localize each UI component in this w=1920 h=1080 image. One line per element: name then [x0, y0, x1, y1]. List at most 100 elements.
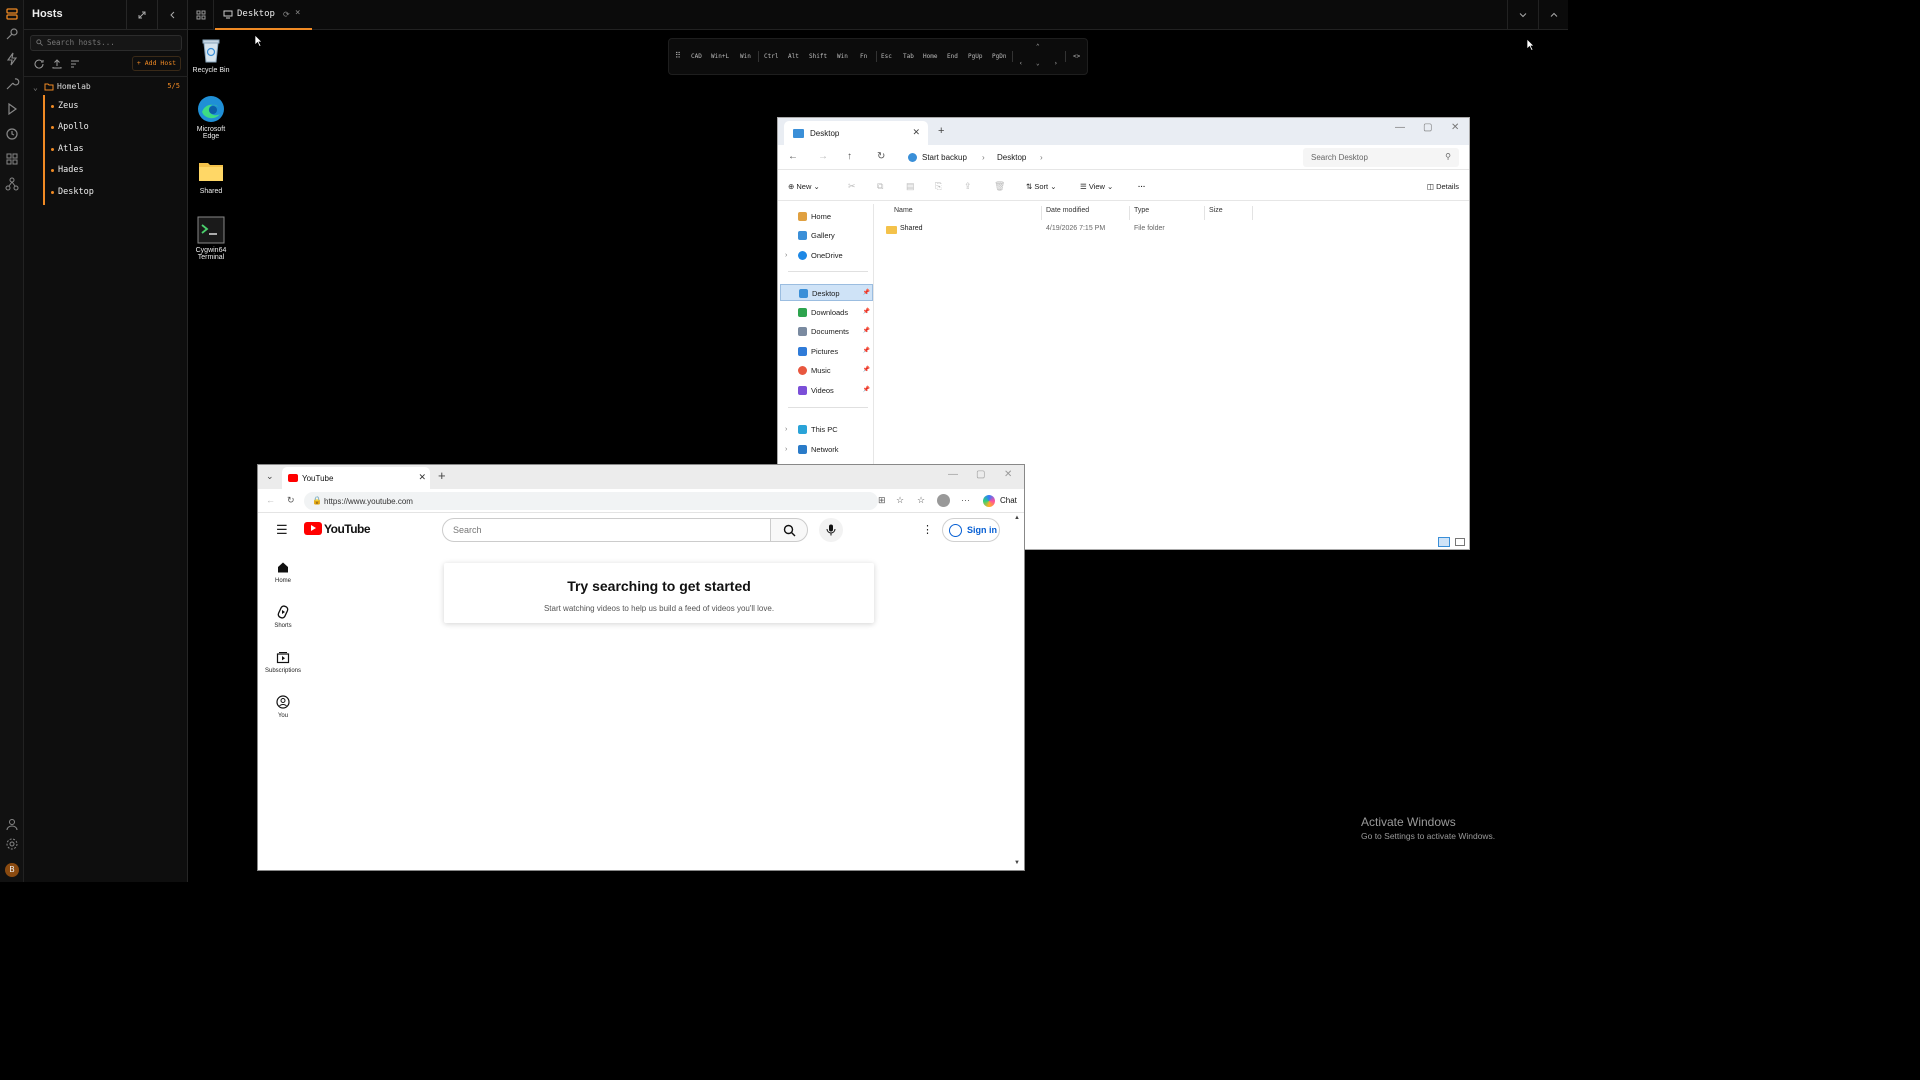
yt-nav-subscriptions[interactable]: Subscriptions: [258, 650, 308, 674]
key-ctrl[interactable]: Ctrl: [764, 53, 778, 60]
paste-icon[interactable]: ▤: [906, 181, 915, 192]
forward-icon[interactable]: →: [818, 151, 828, 162]
grid-icon[interactable]: [188, 0, 214, 30]
view-button[interactable]: ☰ View ⌄: [1080, 182, 1113, 191]
chat-button[interactable]: Chat: [980, 493, 1020, 509]
sort-icon[interactable]: [69, 58, 81, 70]
refresh-icon[interactable]: [33, 58, 45, 70]
tiles-view-icon[interactable]: [1455, 538, 1465, 546]
delete-icon[interactable]: 🗑: [994, 181, 1005, 192]
more-icon[interactable]: ···: [961, 495, 970, 505]
up-icon[interactable]: ↑: [847, 151, 852, 162]
table-row[interactable]: Shared 4/19/2026 7:15 PM File folder: [878, 223, 1258, 237]
close-window-icon[interactable]: ✕: [1451, 122, 1459, 133]
nav-item-home[interactable]: Home: [798, 208, 872, 225]
column-date[interactable]: Date modified: [1042, 206, 1130, 220]
app-icon[interactable]: ⊞: [878, 495, 886, 506]
nav-item-gallery[interactable]: Gallery: [798, 227, 872, 244]
dashboard-icon[interactable]: [4, 151, 20, 167]
key-win-mod[interactable]: Win: [837, 53, 848, 60]
key-pgup[interactable]: PgUp: [968, 53, 982, 60]
host-item-apollo[interactable]: Apollo: [48, 120, 182, 135]
host-group[interactable]: ⌄ Homelab 5/5: [24, 81, 188, 94]
key-esc[interactable]: Esc: [881, 53, 892, 60]
chevron-right-icon[interactable]: ›: [785, 421, 787, 438]
sort-button[interactable]: ⇅ Sort ⌄: [1026, 182, 1057, 191]
history-icon[interactable]: [4, 126, 20, 142]
key-win-l[interactable]: Win+L: [711, 53, 729, 60]
maximize-icon[interactable]: ▢: [1423, 122, 1432, 133]
settings-icon[interactable]: [4, 836, 20, 852]
upload-icon[interactable]: [51, 58, 63, 70]
refresh-icon[interactable]: ↻: [287, 495, 295, 506]
desktop-icon-cygwin[interactable]: Cygwin64 Terminal: [188, 216, 234, 261]
tab-actions-icon[interactable]: ⌄: [266, 471, 274, 482]
breadcrumb-item[interactable]: Desktop: [997, 153, 1026, 162]
run-icon[interactable]: [4, 101, 20, 117]
key-alt[interactable]: Alt: [788, 53, 799, 60]
copy-icon[interactable]: ⧉: [877, 181, 883, 192]
explorer-tab[interactable]: Desktop ✕: [784, 121, 928, 145]
host-item-desktop[interactable]: Desktop: [48, 185, 182, 200]
chevron-down-icon[interactable]: [1507, 0, 1537, 30]
yt-nav-shorts[interactable]: Shorts: [258, 605, 308, 629]
nav-item-network[interactable]: › Network: [785, 441, 872, 458]
avatar[interactable]: B: [5, 863, 19, 877]
nav-item-desktop[interactable]: Desktop 📌: [780, 284, 873, 301]
hosts-icon[interactable]: [4, 6, 20, 22]
tab-desktop[interactable]: Desktop ⟳ ×: [215, 0, 312, 30]
scroll-up-icon[interactable]: ▲: [1014, 515, 1020, 521]
key-home[interactable]: Home: [923, 53, 937, 60]
drag-handle-icon[interactable]: ⠿: [675, 51, 681, 60]
nav-item-downloads[interactable]: Downloads 📌: [798, 304, 872, 321]
more-icon[interactable]: ···: [1138, 182, 1146, 191]
scroll-down-icon[interactable]: ▼: [1014, 860, 1020, 866]
user-icon[interactable]: [4, 816, 20, 832]
details-view-icon[interactable]: [1438, 537, 1450, 547]
key-fn[interactable]: Fn: [860, 53, 867, 60]
arrow-left-icon[interactable]: ‹: [1019, 60, 1023, 67]
host-item-zeus[interactable]: Zeus: [48, 99, 182, 114]
key-pgdn[interactable]: PgDn: [992, 53, 1006, 60]
favorites-icon[interactable]: ☆: [917, 495, 925, 506]
minimize-icon[interactable]: —: [1395, 122, 1405, 133]
arrow-down-icon[interactable]: ⌄: [1036, 60, 1040, 67]
chevron-right-icon[interactable]: ›: [785, 247, 787, 264]
nav-item-pictures[interactable]: Pictures 📌: [798, 343, 872, 360]
reconnect-icon[interactable]: ⟳: [283, 10, 290, 19]
breadcrumb-item[interactable]: Start backup: [922, 153, 967, 162]
desktop-icon-edge[interactable]: Microsoft Edge: [188, 95, 234, 140]
new-button[interactable]: ⊕ New ⌄: [788, 182, 820, 191]
snippets-icon[interactable]: [4, 51, 20, 67]
profile-icon[interactable]: [937, 494, 950, 507]
back-icon[interactable]: ←: [266, 495, 275, 505]
close-window-icon[interactable]: ✕: [1004, 469, 1012, 480]
rename-icon[interactable]: ⎘: [935, 181, 942, 192]
host-item-atlas[interactable]: Atlas: [48, 142, 182, 157]
chevron-up-icon[interactable]: [1538, 0, 1568, 30]
collapse-icon[interactable]: [157, 0, 187, 30]
menu-icon[interactable]: ☰: [276, 522, 288, 538]
new-tab-icon[interactable]: +: [938, 125, 944, 137]
key-shift[interactable]: Shift: [809, 53, 827, 60]
key-end[interactable]: End: [947, 53, 958, 60]
arrow-up-icon[interactable]: ⌃: [1036, 43, 1040, 50]
minimize-icon[interactable]: —: [948, 469, 958, 480]
column-type[interactable]: Type: [1130, 206, 1205, 220]
browser-tab[interactable]: YouTube ✕: [282, 467, 430, 489]
tools-icon[interactable]: [4, 76, 20, 92]
host-item-hades[interactable]: Hades: [48, 163, 182, 178]
desktop-icon-shared[interactable]: Shared: [188, 157, 234, 195]
nav-item-onedrive[interactable]: › OneDrive: [785, 247, 872, 264]
key-win[interactable]: Win: [740, 53, 751, 60]
column-name[interactable]: Name: [890, 206, 1042, 220]
star-icon[interactable]: ☆: [896, 495, 904, 506]
url-bar[interactable]: 🔒 https://www.youtube.com: [304, 492, 878, 510]
address-bar[interactable]: Start backup › Desktop ›: [903, 148, 1296, 167]
close-icon[interactable]: ×: [295, 8, 300, 18]
details-button[interactable]: ◫ Details: [1427, 182, 1459, 191]
desktop-icon-recycle-bin[interactable]: Recycle Bin: [188, 36, 234, 74]
yt-nav-you[interactable]: You: [258, 695, 308, 719]
nav-item-music[interactable]: Music 📌: [798, 362, 872, 379]
key-icon[interactable]: [4, 26, 20, 42]
